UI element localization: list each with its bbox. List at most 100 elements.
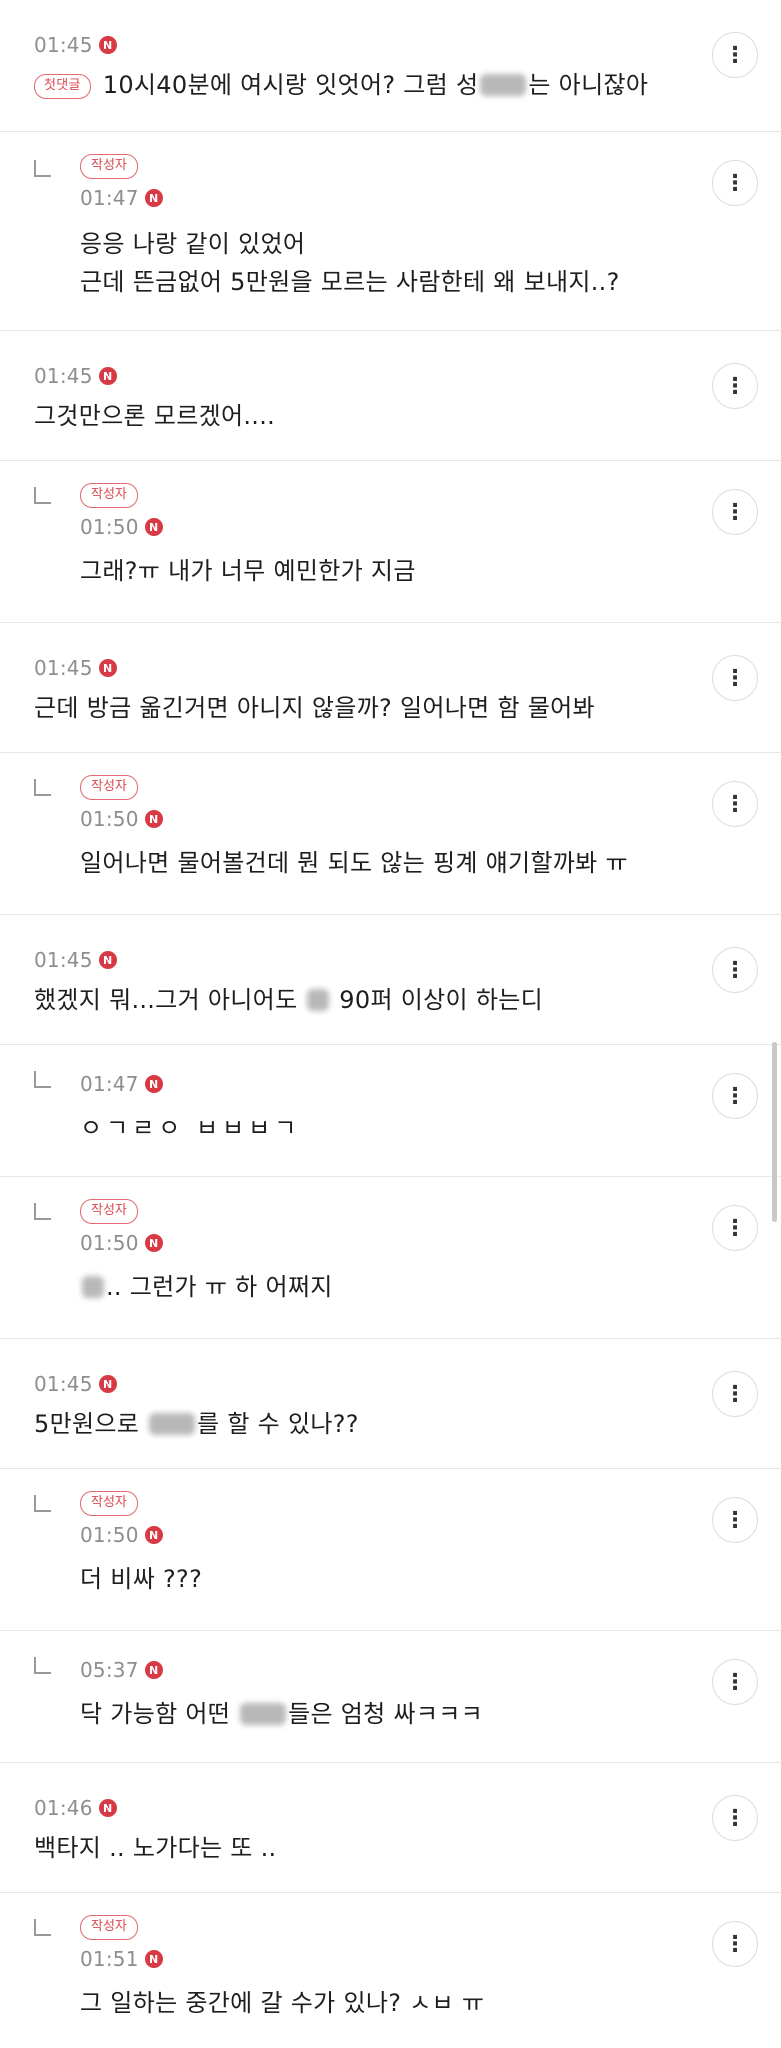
comment-meta: 01:45 N: [34, 32, 781, 58]
new-icon: N: [144, 1661, 163, 1679]
reply-arrow-icon: [34, 1071, 51, 1088]
comment-time: 01:45: [34, 656, 93, 680]
comment-text: 백타지 .. 노가다는 또 ..: [34, 1834, 277, 1862]
reply-arrow-icon: [34, 487, 51, 504]
author-badge: 작성자: [80, 1915, 138, 1940]
comment: 01:46 N 백타지 .. 노가다는 또 .. ⋮: [0, 1763, 781, 1893]
reply-comment: 05:37 N 닥 가능함 어떤 들은 엄청 싸ㅋㅋㅋ ⋮: [0, 1631, 781, 1763]
blurred-text: [82, 1276, 104, 1298]
comment-time: 01:45: [34, 364, 93, 388]
author-badge: 작성자: [80, 1491, 138, 1516]
more-options-button[interactable]: ⋮: [712, 1497, 758, 1543]
comment-time: 01:45: [34, 1372, 93, 1396]
comment-text: 그것만으론 모르겠어....: [34, 402, 276, 430]
reply-arrow-icon: [34, 779, 51, 796]
more-options-button[interactable]: ⋮: [712, 1073, 758, 1119]
comment-time: 01:46: [34, 1796, 93, 1820]
comment-time: 01:50: [80, 515, 139, 539]
comment-text: 닥 가능함 어떤 들은 엄청 싸ㅋㅋㅋ: [80, 1700, 483, 1728]
comment: 01:45 N 했겠지 뭐...그거 아니어도 90퍼 이상이 하는디 ⋮: [0, 915, 781, 1045]
author-badge: 작성자: [80, 1199, 138, 1224]
comment-time: 01:47: [80, 1072, 139, 1096]
blurred-text: [149, 1413, 196, 1435]
comment-text: 더 비싸 ???: [80, 1565, 203, 1593]
reply-arrow-icon: [34, 1919, 51, 1936]
comment-time: 01:50: [80, 1231, 139, 1255]
blurred-text: [240, 1703, 287, 1725]
comment-time: 01:47: [80, 186, 139, 210]
new-icon: N: [144, 189, 163, 207]
comment-meta: 01:47 N: [80, 185, 781, 211]
new-icon: N: [98, 951, 117, 969]
more-options-button[interactable]: ⋮: [712, 32, 758, 78]
comment: 01:45 N 5만원으로 를 할 수 있나?? ⋮: [0, 1339, 781, 1469]
new-icon: N: [144, 518, 163, 536]
comment-meta: 05:37 N: [80, 1657, 781, 1683]
comment-meta: 01:45 N: [34, 947, 781, 973]
more-options-button[interactable]: ⋮: [712, 1659, 758, 1705]
reply-arrow-icon: [34, 1657, 51, 1674]
comment-meta: 01:50 N: [80, 1230, 781, 1256]
reply-comment: 작성자 01:50 N .. 그런가 ㅠ 하 어쩌지 ⋮: [0, 1177, 781, 1339]
comment: 01:45 N 그것만으론 모르겠어.... ⋮: [0, 331, 781, 461]
author-badge: 작성자: [80, 154, 138, 179]
comment-meta: 01:45 N: [34, 1371, 781, 1397]
comment: 01:45 N 첫댓글 10시40분에 여시랑 잇엇어? 그럼 성는 아니잖아 ⋮: [0, 0, 781, 132]
new-icon: N: [144, 1950, 163, 1968]
more-options-button[interactable]: ⋮: [712, 781, 758, 827]
comment-text: 첫댓글 10시40분에 여시랑 잇엇어? 그럼 성는 아니잖아: [34, 66, 781, 104]
comment-meta: 01:47 N: [80, 1071, 781, 1097]
comment-meta: 01:50 N: [80, 1522, 781, 1548]
blurred-text: [307, 989, 330, 1011]
reply-comment: 작성자 01:50 N 그래?ㅠ 내가 너무 예민한가 지금 ⋮: [0, 461, 781, 623]
blurred-text: [480, 74, 527, 96]
new-icon: N: [98, 367, 117, 385]
more-options-button[interactable]: ⋮: [712, 363, 758, 409]
comment-text: 5만원으로 를 할 수 있나??: [34, 1410, 359, 1438]
comment-meta: 01:50 N: [80, 806, 781, 832]
comment-text: 했겠지 뭐...그거 아니어도 90퍼 이상이 하는디: [34, 986, 543, 1014]
comment-meta: 01:45 N: [34, 363, 781, 389]
comment-time: 05:37: [80, 1658, 139, 1682]
comment-text: 일어나면 물어볼건데 뭔 되도 않는 핑계 얘기할까봐 ㅠ: [80, 849, 628, 877]
comment-text: 응응 나랑 같이 있었어 근데 뜬금없어 5만원을 모르는 사람한테 왜 보내지…: [80, 230, 620, 296]
reply-comment: 작성자 01:51 N 그 일하는 중간에 갈 수가 있나? ㅅㅂ ㅠ ⋮: [0, 1893, 781, 2048]
comment-meta: 01:51 N: [80, 1946, 781, 1972]
new-icon: N: [144, 1075, 163, 1093]
comment-time: 01:45: [34, 948, 93, 972]
reply-comment: 작성자 01:50 N 더 비싸 ??? ⋮: [0, 1469, 781, 1631]
more-options-button[interactable]: ⋮: [712, 947, 758, 993]
comment-time: 01:51: [80, 1947, 139, 1971]
comment-meta: 01:46 N: [34, 1795, 781, 1821]
more-options-button[interactable]: ⋮: [712, 1205, 758, 1251]
comment-text: 그래?ㅠ 내가 너무 예민한가 지금: [80, 557, 416, 585]
new-icon: N: [144, 1526, 163, 1544]
comment-text: .. 그런가 ㅠ 하 어쩌지: [80, 1268, 781, 1306]
more-options-button[interactable]: ⋮: [712, 1795, 758, 1841]
reply-arrow-icon: [34, 1495, 51, 1512]
comment-text: 그 일하는 중간에 갈 수가 있나? ㅅㅂ ㅠ: [80, 1989, 485, 2017]
new-icon: N: [98, 1375, 117, 1393]
scrollbar[interactable]: [772, 1042, 777, 1222]
reply-arrow-icon: [34, 1203, 51, 1220]
author-badge: 작성자: [80, 775, 138, 800]
comment-meta: 01:50 N: [80, 514, 781, 540]
comment-time: 01:50: [80, 1523, 139, 1547]
new-icon: N: [98, 36, 117, 54]
author-badge: 작성자: [80, 483, 138, 508]
reply-arrow-icon: [34, 160, 51, 177]
comment-time: 01:45: [34, 33, 93, 57]
more-options-button[interactable]: ⋮: [712, 1371, 758, 1417]
comment-time: 01:50: [80, 807, 139, 831]
more-options-button[interactable]: ⋮: [712, 655, 758, 701]
more-options-button[interactable]: ⋮: [712, 489, 758, 535]
reply-comment: 작성자 01:47 N 응응 나랑 같이 있었어 근데 뜬금없어 5만원을 모르…: [0, 132, 781, 331]
comment: 01:45 N 근데 방금 옮긴거면 아니지 않을까? 일어나면 함 물어봐 ⋮: [0, 623, 781, 753]
new-icon: N: [98, 659, 117, 677]
comment-meta: 01:45 N: [34, 655, 781, 681]
more-options-button[interactable]: ⋮: [712, 160, 758, 206]
new-icon: N: [144, 810, 163, 828]
comment-text: ㅇㄱㄹㅇ ㅂㅂㅂㄱ: [80, 1114, 301, 1142]
more-options-button[interactable]: ⋮: [712, 1921, 758, 1967]
new-icon: N: [144, 1234, 163, 1252]
